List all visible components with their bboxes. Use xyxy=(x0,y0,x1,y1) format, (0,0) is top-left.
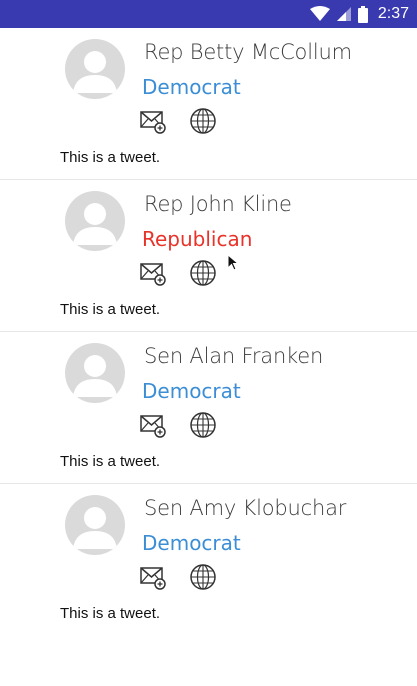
representative-name: Sen Alan Franken xyxy=(144,344,324,368)
email-icon[interactable] xyxy=(139,563,167,591)
party-label: Democrat xyxy=(142,531,241,555)
tweet-text: This is a tweet. xyxy=(60,453,161,470)
website-icon[interactable] xyxy=(189,411,217,439)
tweet-text: This is a tweet. xyxy=(60,301,161,318)
party-label: Republican xyxy=(142,227,253,251)
person-placeholder-icon xyxy=(65,39,125,99)
representative-name: Rep Betty McCollum xyxy=(144,40,352,64)
party-label: Democrat xyxy=(142,75,241,99)
list-item[interactable]: Rep John Kline Republican This is a twee… xyxy=(0,180,417,332)
email-icon[interactable] xyxy=(139,259,167,287)
cellular-signal-icon xyxy=(336,7,351,21)
website-icon[interactable] xyxy=(189,259,217,287)
status-bar: 2:37 xyxy=(0,0,417,28)
list-item[interactable]: Sen Amy Klobuchar Democrat This is a twe… xyxy=(0,484,417,636)
representative-name: Sen Amy Klobuchar xyxy=(144,496,347,520)
person-placeholder-icon xyxy=(65,343,125,403)
clock: 2:37 xyxy=(377,5,409,22)
list-item[interactable]: Rep Betty McCollum Democrat This is a tw… xyxy=(0,28,417,180)
list-item[interactable]: Sen Alan Franken Democrat This is a twee… xyxy=(0,332,417,484)
tweet-text: This is a tweet. xyxy=(60,149,161,166)
tweet-text: This is a tweet. xyxy=(60,605,161,622)
representative-list[interactable]: Rep Betty McCollum Democrat This is a tw… xyxy=(0,28,417,636)
email-icon[interactable] xyxy=(139,411,167,439)
battery-icon xyxy=(357,5,368,23)
wifi-icon xyxy=(309,6,330,21)
representative-name: Rep John Kline xyxy=(144,192,292,216)
website-icon[interactable] xyxy=(189,563,217,591)
website-icon[interactable] xyxy=(189,107,217,135)
party-label: Democrat xyxy=(142,379,241,403)
email-icon[interactable] xyxy=(139,107,167,135)
person-placeholder-icon xyxy=(65,191,125,251)
person-placeholder-icon xyxy=(65,495,125,555)
mouse-cursor-icon xyxy=(227,254,239,271)
